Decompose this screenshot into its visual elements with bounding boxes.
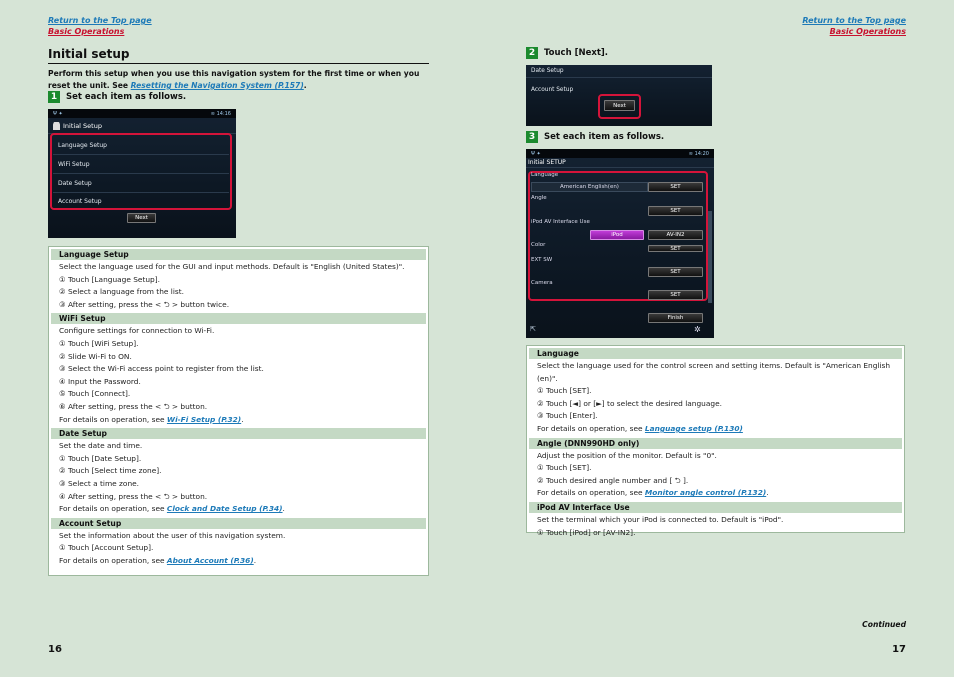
language-body: Select the language used for the control… (527, 359, 904, 438)
status-bar: Ψ ✦ ≋ 14:16 (48, 109, 236, 118)
gear-icon[interactable]: ✲ (694, 325, 706, 335)
color-set-button[interactable]: SET (648, 245, 703, 252)
wifi-setup-row[interactable]: WiFi Setup (53, 155, 229, 174)
right-nav-links: Return to the Top page Basic Operations (802, 15, 906, 37)
intro-paragraph: Perform this setup when you use this nav… (48, 69, 420, 90)
avin2-button[interactable]: AV-IN2 (648, 230, 703, 240)
right-settings-table: Language Select the language used for th… (526, 345, 905, 537)
ext-sw-label: EXT SW (531, 257, 553, 263)
date-setup-heading: Date Setup (51, 428, 426, 440)
wifi-setup-link[interactable]: Wi-Fi Setup (P.32) (167, 415, 241, 424)
ipod-button[interactable]: iPod (590, 230, 644, 240)
next-screenshot: Date Setup Account Setup Next (526, 65, 712, 126)
account-setup-body: Set the information about the user of th… (49, 529, 428, 570)
status-bar: Ψ ✦ ≋ 14:20 (526, 149, 714, 158)
basic-operations-link-right[interactable]: Basic Operations (802, 26, 906, 37)
back-icon[interactable]: ⇱ (530, 325, 542, 335)
wifi-setup-body: Configure settings for connection to Wi-… (49, 324, 428, 428)
initial-setup-settings-screenshot: Ψ ✦ ≋ 14:20 Initial SETUP Language Ameri… (526, 149, 714, 338)
ext-sw-set-button[interactable]: SET (648, 267, 703, 277)
account-setup-row[interactable]: Account Setup (53, 193, 229, 210)
initial-setup-screenshot: Ψ ✦ ≋ 14:16 Initial Setup Language Setup… (48, 109, 236, 238)
section-title: Initial setup (48, 47, 429, 64)
return-top-link[interactable]: Return to the Top page (48, 15, 152, 26)
screen-header: Initial Setup (48, 118, 236, 134)
angle-set-button[interactable]: SET (648, 206, 703, 216)
step-number: 3 (526, 131, 538, 143)
wifi-details: For details on operation, see Wi-Fi Setu… (59, 414, 244, 424)
basic-operations-link[interactable]: Basic Operations (48, 26, 152, 37)
language-set-button[interactable]: SET (648, 182, 703, 192)
ipod-label: iPod AV Interface Use (531, 219, 590, 225)
language-details: For details on operation, see Language s… (537, 423, 743, 433)
left-settings-table: Language Setup Select the language used … (48, 246, 429, 576)
step-number: 2 (526, 47, 538, 59)
account-details: For details on operation, see About Acco… (59, 555, 257, 565)
camera-label: Camera (531, 280, 553, 286)
account-setup-heading: Account Setup (51, 517, 426, 529)
wifi-setup-heading: WiFi Setup (51, 313, 426, 325)
step-text: Touch [Next]. (544, 48, 609, 58)
date-setup-row[interactable]: Date Setup (53, 174, 229, 193)
setup-rows: Language Setup WiFi Setup Date Setup Acc… (53, 136, 229, 210)
language-setup-heading: Language Setup (51, 249, 426, 260)
step-text: Set each item as follows. (66, 92, 187, 102)
date-setup-row[interactable]: Date Setup (526, 65, 712, 78)
page-number-left: 16 (48, 644, 62, 655)
language-heading: Language (529, 348, 902, 359)
step-3: 3 Set each item as follows. (526, 131, 664, 143)
angle-label: Angle (531, 195, 547, 201)
angle-details: For details on operation, see Monitor an… (537, 488, 769, 498)
language-setup-body: Select the language used for the GUI and… (59, 262, 405, 309)
monitor-angle-link[interactable]: Monitor angle control (P.132) (645, 488, 766, 497)
left-nav-links: Return to the Top page Basic Operations (48, 15, 152, 37)
language-label: Language (531, 172, 559, 178)
angle-body: Adjust the position of the monitor. Defa… (527, 449, 904, 502)
status-icons: Ψ ✦ (53, 110, 63, 117)
date-details: For details on operation, see Clock and … (59, 504, 285, 514)
about-account-link[interactable]: About Account (P.36) (167, 556, 254, 565)
ipod-heading: iPod AV Interface Use (529, 501, 902, 513)
status-time: ≋ 14:16 (210, 110, 231, 117)
return-top-link-right[interactable]: Return to the Top page (802, 15, 906, 26)
finish-button[interactable]: Finish (648, 313, 703, 323)
color-label: Color (531, 242, 546, 248)
page-number-right: 17 (892, 644, 906, 655)
language-setup-row[interactable]: Language Setup (53, 136, 229, 155)
user-icon (53, 121, 60, 130)
ipod-body: Set the terminal which your iPod is conn… (537, 514, 784, 537)
language-setup-link[interactable]: Language setup (P.130) (645, 424, 743, 433)
scrollbar[interactable] (708, 211, 712, 303)
next-button[interactable]: Next (127, 213, 156, 223)
step-2: 2 Touch [Next]. (526, 47, 608, 59)
screen-header: Initial SETUP (526, 158, 714, 168)
date-setup-body: Set the date and time. ① Touch [Date Set… (49, 439, 428, 518)
clock-date-link[interactable]: Clock and Date Setup (P.34) (167, 504, 283, 513)
angle-heading: Angle (DNN990HD only) (529, 437, 902, 449)
step-text: Set each item as follows. (544, 132, 665, 142)
camera-set-button[interactable]: SET (648, 290, 703, 300)
next-button[interactable]: Next (604, 100, 635, 111)
language-value: American English(en) (531, 182, 648, 192)
step-1: 1 Set each item as follows. (48, 91, 186, 103)
status-time: ≋ 14:20 (688, 150, 709, 157)
continued-label: Continued (862, 620, 906, 629)
reset-link[interactable]: Resetting the Navigation System (P.157) (131, 81, 304, 90)
step-number: 1 (48, 91, 60, 103)
status-icons: Ψ ✦ (531, 150, 541, 157)
